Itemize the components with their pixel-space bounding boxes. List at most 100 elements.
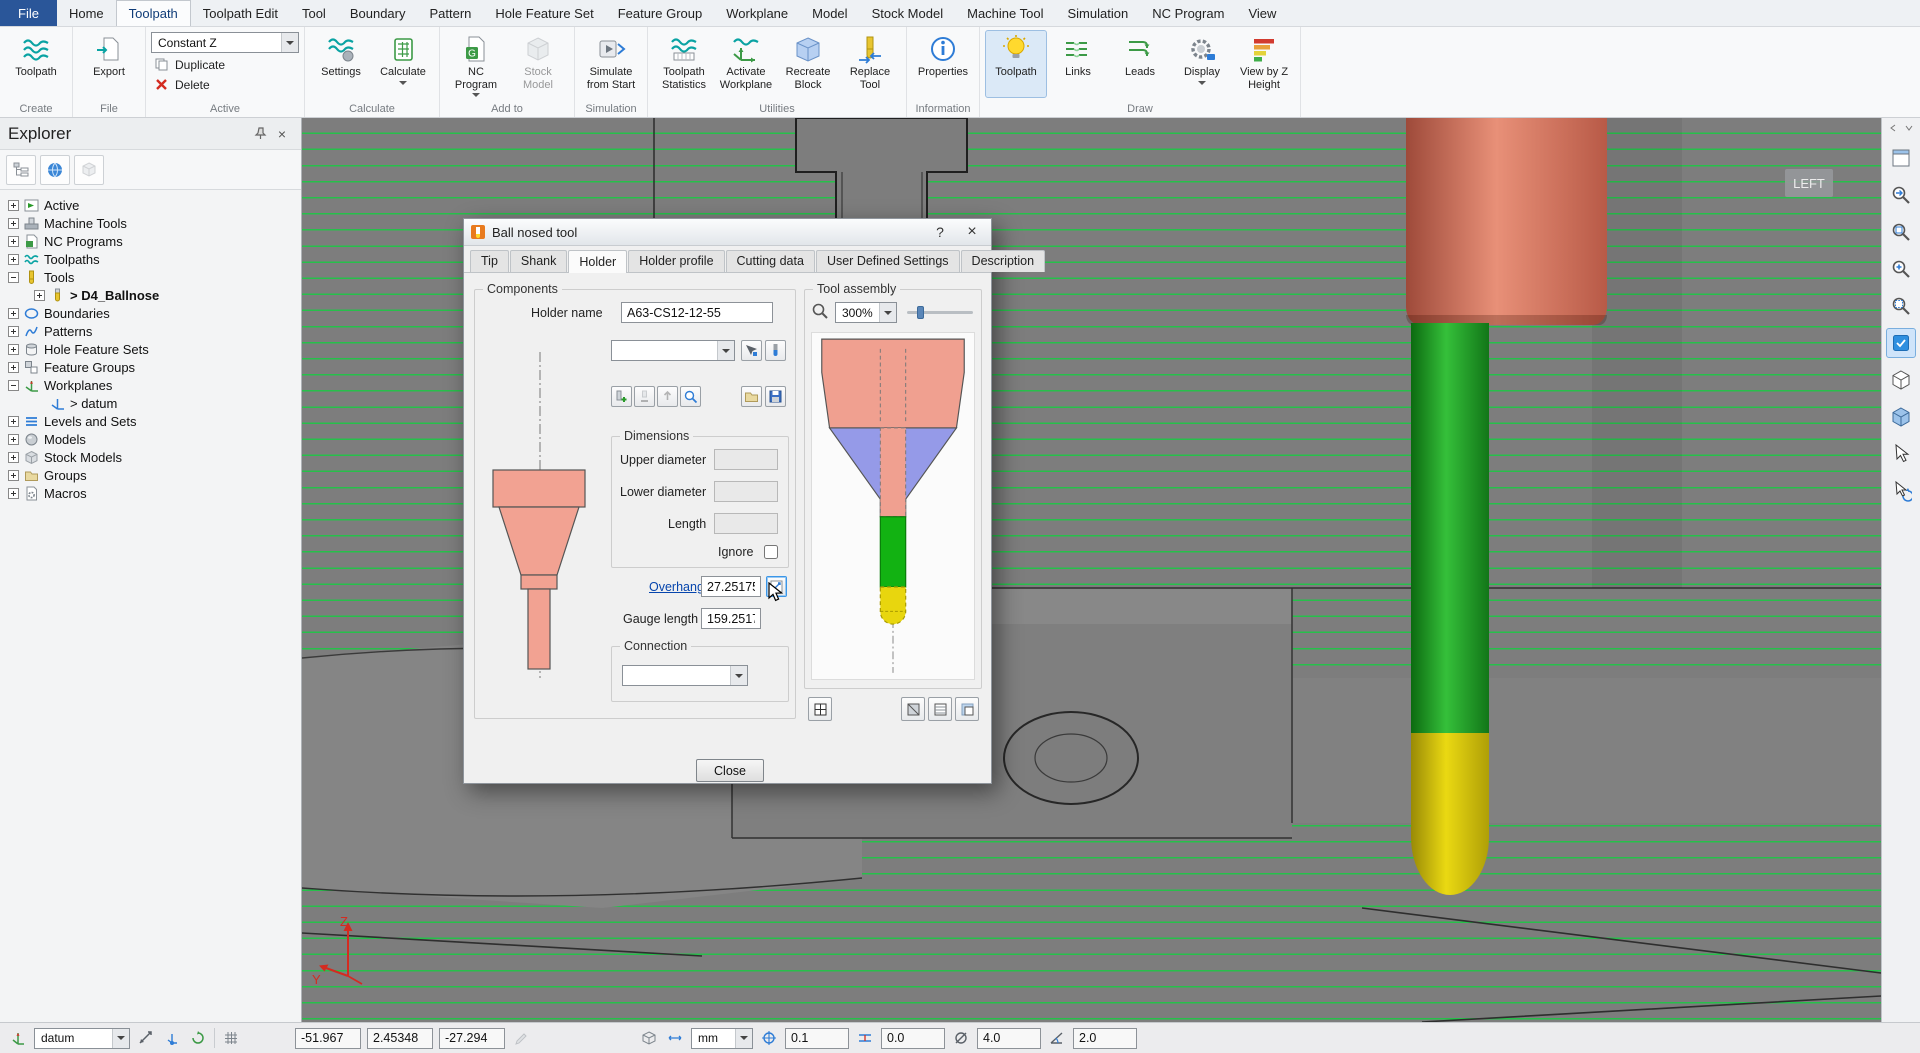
combo-arrow-icon[interactable] [281,33,298,52]
assembly-zoom-slider[interactable] [907,311,973,314]
zoom-in-button[interactable] [1886,254,1916,284]
simulate-from-start-button[interactable]: Simulate from Start [580,30,642,98]
assembly-zoom-combobox[interactable]: 300% [835,302,897,323]
measure-icon[interactable] [665,1028,685,1048]
draw-transparent-toggle[interactable] [955,697,979,721]
collapse-icon[interactable] [8,272,19,283]
block-icon[interactable] [639,1028,659,1048]
lower-diameter-input[interactable] [714,481,778,502]
tab-nc-program[interactable]: NC Program [1140,0,1236,26]
expand-icon[interactable] [8,488,19,499]
cursor-x-coordinate[interactable] [295,1028,361,1049]
tree-view-toggle-button[interactable] [6,155,36,185]
save-holder-file-button[interactable] [765,386,786,407]
tab-home[interactable]: Home [57,0,116,26]
workplane-position-icon[interactable] [162,1028,182,1048]
open-holder-file-button[interactable] [741,386,762,407]
expand-icon[interactable] [8,236,19,247]
add-to-stock-model-button[interactable]: Stock Model [507,30,569,98]
collapse-icon[interactable] [8,380,19,391]
dialog-tab-description[interactable]: Description [961,250,1046,272]
shaded-view-cube-button[interactable] [1886,402,1916,432]
workplane-orient-icon[interactable] [188,1028,208,1048]
tab-pattern[interactable]: Pattern [417,0,483,26]
tree-item-patterns[interactable]: Patterns [8,322,301,340]
add-to-nc-program-button[interactable]: G NC Program [445,30,507,98]
overhang-input[interactable] [701,576,761,597]
expand-icon[interactable] [34,290,45,301]
tree-item-hole-feature-sets[interactable]: Hole Feature Sets [8,340,301,358]
tab-boundary[interactable]: Boundary [338,0,418,26]
draw-wireframe-toggle[interactable] [928,697,952,721]
model-ghost-button[interactable] [74,155,104,185]
tab-hole-feature-set[interactable]: Hole Feature Set [483,0,605,26]
tree-item-d4-ballnose[interactable]: > D4_Ballnose [8,286,301,304]
length-input[interactable] [714,513,778,534]
overhang-measure-button[interactable] [766,576,787,597]
workplane-edit-icon[interactable] [136,1028,156,1048]
dialog-tab-holder-profile[interactable]: Holder profile [628,250,724,272]
select-component-button[interactable] [741,340,762,361]
tab-model[interactable]: Model [800,0,859,26]
holder-name-input[interactable] [621,302,773,323]
remove-component-button[interactable] [634,386,655,407]
tree-item-levels-and-sets[interactable]: Levels and Sets [8,412,301,430]
dialog-tab-holder[interactable]: Holder [568,250,627,273]
gauge-length-input[interactable] [701,608,761,629]
tab-toolpath-edit[interactable]: Toolpath Edit [191,0,290,26]
tree-item-groups[interactable]: Groups [8,466,301,484]
tab-tool[interactable]: Tool [290,0,338,26]
dialog-titlebar[interactable]: Ball nosed tool ? × [464,219,991,246]
connection-combobox[interactable] [622,665,748,686]
expand-icon[interactable] [8,200,19,211]
tree-item-toolpaths[interactable]: Toolpaths [8,250,301,268]
combo-arrow-icon[interactable] [112,1029,129,1048]
draw-links-toggle[interactable]: Links [1047,30,1109,98]
units-combobox[interactable]: mm [691,1028,753,1049]
draw-leads-toggle[interactable]: Leads [1109,30,1171,98]
tree-item-feature-groups[interactable]: Feature Groups [8,358,301,376]
tip-radius-input[interactable] [1073,1028,1137,1049]
dialog-help-button[interactable]: ? [927,222,953,242]
select-cursor-button[interactable] [1886,439,1916,469]
component-grid-button[interactable] [808,697,832,721]
properties-button[interactable]: Properties [912,30,974,98]
tree-item-models[interactable]: Models [8,430,301,448]
combo-arrow-icon[interactable] [735,1029,752,1048]
draw-shaded-toggle[interactable] [901,697,925,721]
tab-stock-model[interactable]: Stock Model [860,0,956,26]
delete-button[interactable]: Delete [151,76,299,93]
component-select-combobox[interactable] [611,340,735,361]
dialog-close-button[interactable]: × [959,222,985,242]
edit-component-button[interactable] [765,340,786,361]
move-component-up-button[interactable] [657,386,678,407]
active-workplane-combobox[interactable]: datum [34,1028,130,1049]
expand-icon[interactable] [8,344,19,355]
expand-icon[interactable] [8,254,19,265]
ignore-checkbox[interactable] [764,545,778,559]
tree-item-boundaries[interactable]: Boundaries [8,304,301,322]
tree-item-workplanes[interactable]: Workplanes [8,376,301,394]
recreate-block-button[interactable]: Recreate Block [777,30,839,98]
draw-toolpath-toggle[interactable]: Toolpath [985,30,1047,98]
tree-item-active[interactable]: Active [8,196,301,214]
settings-button[interactable]: Settings [310,30,372,98]
expand-icon[interactable] [8,362,19,373]
expand-icon[interactable] [8,470,19,481]
pin-panel-icon[interactable] [249,123,271,145]
resize-view-button[interactable] [1886,143,1916,173]
search-holder-database-button[interactable] [680,386,701,407]
thickness-input[interactable] [881,1028,945,1049]
dialog-close-action-button[interactable]: Close [696,759,764,782]
zoom-window-button[interactable] [1886,291,1916,321]
cursor-y-coordinate[interactable] [367,1028,433,1049]
upper-diameter-input[interactable] [714,449,778,470]
duplicate-button[interactable]: Duplicate [151,56,299,73]
tab-toolpath[interactable]: Toolpath [116,0,191,26]
refresh-view-button[interactable] [1886,328,1916,358]
tree-item-tools[interactable]: Tools [8,268,301,286]
tree-item-macros[interactable]: Macros [8,484,301,502]
tree-item-machine-tools[interactable]: Machine Tools [8,214,301,232]
slider-handle[interactable] [917,306,924,319]
tab-machine-tool[interactable]: Machine Tool [955,0,1055,26]
